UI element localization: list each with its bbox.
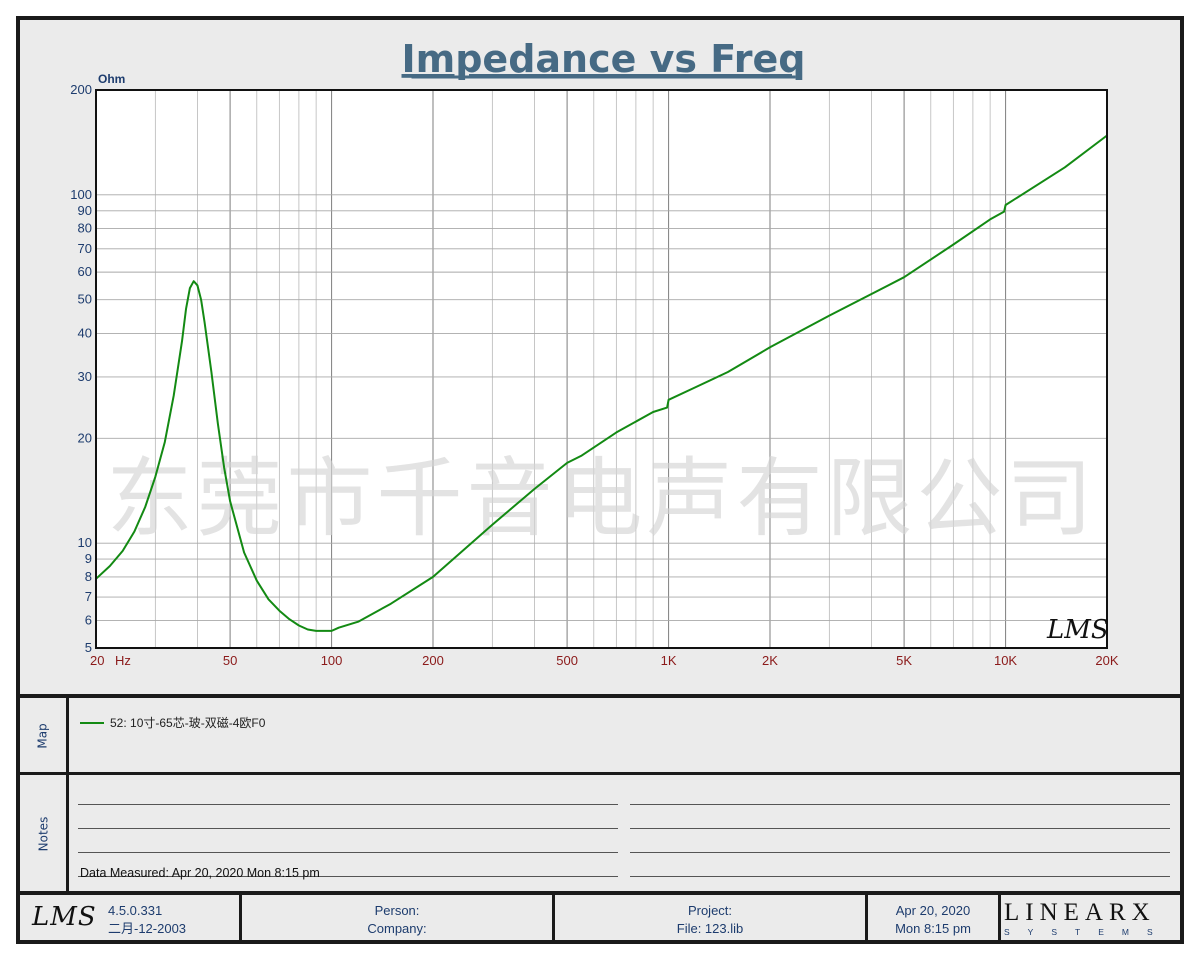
note-line (630, 852, 1170, 853)
map-label-text: Map (35, 723, 50, 749)
y-tick-label: 20 (78, 430, 92, 445)
watermark-text: 东莞市千音电声有限公司 (107, 449, 1097, 549)
footer-person-cell: Person: Company: (242, 902, 552, 946)
footer-divider (998, 895, 1001, 944)
legend-series-label: 52: 10寸-65芯-玻-双磁-4欧F0 (110, 716, 266, 730)
y-tick-label: 30 (78, 369, 92, 384)
map-legend-entry: 52: 10寸-65芯-玻-双磁-4欧F0 (80, 714, 265, 731)
linearx-systems-text: SYSTEMS (1004, 927, 1171, 937)
footer-logo-cell: LMS (32, 898, 102, 942)
company-label: Company: (367, 921, 427, 936)
x-tick-label: 50 (223, 653, 237, 668)
x-tick-label: 5K (896, 653, 912, 668)
build-date-text: 二月-12-2003 (108, 921, 187, 936)
y-tick-label: 9 (85, 551, 92, 566)
footer-date-text: Apr 20, 2020 (895, 903, 971, 918)
x-tick-label: 500 (556, 653, 578, 668)
notes-label-text: Notes (35, 816, 50, 851)
notes-panel-label: Notes (20, 775, 66, 892)
y-tick-label: 60 (78, 264, 92, 279)
y-tick-label: 6 (85, 612, 92, 627)
version-text: 4.5.0.331 (108, 903, 163, 918)
person-label: Person: (374, 903, 420, 918)
y-tick-label: 70 (78, 241, 92, 256)
y-tick-label: 8 (85, 569, 92, 584)
lms-logo: LMS (32, 902, 97, 932)
y-tick-label: 80 (78, 221, 92, 236)
legend-swatch-icon (80, 721, 104, 724)
y-tick-label: 90 (78, 203, 92, 218)
x-unit-label: Hz (115, 653, 131, 668)
note-line (630, 876, 1170, 877)
y-tick-label: 40 (78, 325, 92, 340)
y-axis-label: Ohm (98, 72, 125, 86)
data-measured-text: Data Measured: Apr 20, 2020 Mon 8:15 pm (80, 866, 320, 880)
chart-lms-logo: LMS (1046, 615, 1109, 645)
chart-title: Impedance vs Freq (402, 37, 806, 81)
x-tick-label: 20K (1095, 653, 1118, 668)
impedance-chart: 东莞市千音电声有限公司Impedance vs FreqOhm567891020… (70, 37, 1119, 668)
note-line (630, 804, 1170, 805)
map-side-divider (66, 698, 69, 774)
footer-brand-cell: LINEARX SYSTEMS (1004, 900, 1174, 944)
file-label: File: 123.lib (676, 921, 744, 936)
linearx-logo: LINEARX (1004, 899, 1156, 926)
note-line (78, 852, 618, 853)
footer-version-cell: 4.5.0.331 二月-12-2003 (108, 902, 238, 946)
footer-date-cell: Apr 20, 2020 Mon 8:15 pm (868, 902, 998, 946)
x-tick-label: 100 (321, 653, 343, 668)
x-tick-label: 1K (661, 653, 677, 668)
y-tick-label: 50 (78, 292, 92, 307)
plot-area (96, 90, 1107, 648)
y-tick-label: 7 (85, 589, 92, 604)
notes-side-divider (66, 775, 69, 892)
x-tick-label: 20 (90, 653, 104, 668)
footer-project-cell: Project: File: 123.lib (555, 902, 865, 946)
note-line (630, 828, 1170, 829)
map-panel-label: Map (20, 698, 66, 774)
y-tick-label: 200 (70, 82, 92, 97)
x-tick-label: 2K (762, 653, 778, 668)
divider-map-notes (20, 772, 1180, 775)
note-line (78, 804, 618, 805)
divider-chart-map (20, 694, 1180, 698)
y-tick-label: 100 (70, 187, 92, 202)
note-line (78, 828, 618, 829)
x-tick-label: 10K (994, 653, 1017, 668)
footer-time-text: Mon 8:15 pm (895, 921, 971, 936)
report-frame: 东莞市千音电声有限公司 Impedance vs Freq Ohm 5 6 7 8 9 10 20… (16, 16, 1184, 944)
y-tick-label: 10 (78, 535, 92, 550)
x-tick-label: 200 (422, 653, 444, 668)
divider-notes-footer (20, 891, 1180, 895)
project-label: Project: (687, 903, 733, 918)
